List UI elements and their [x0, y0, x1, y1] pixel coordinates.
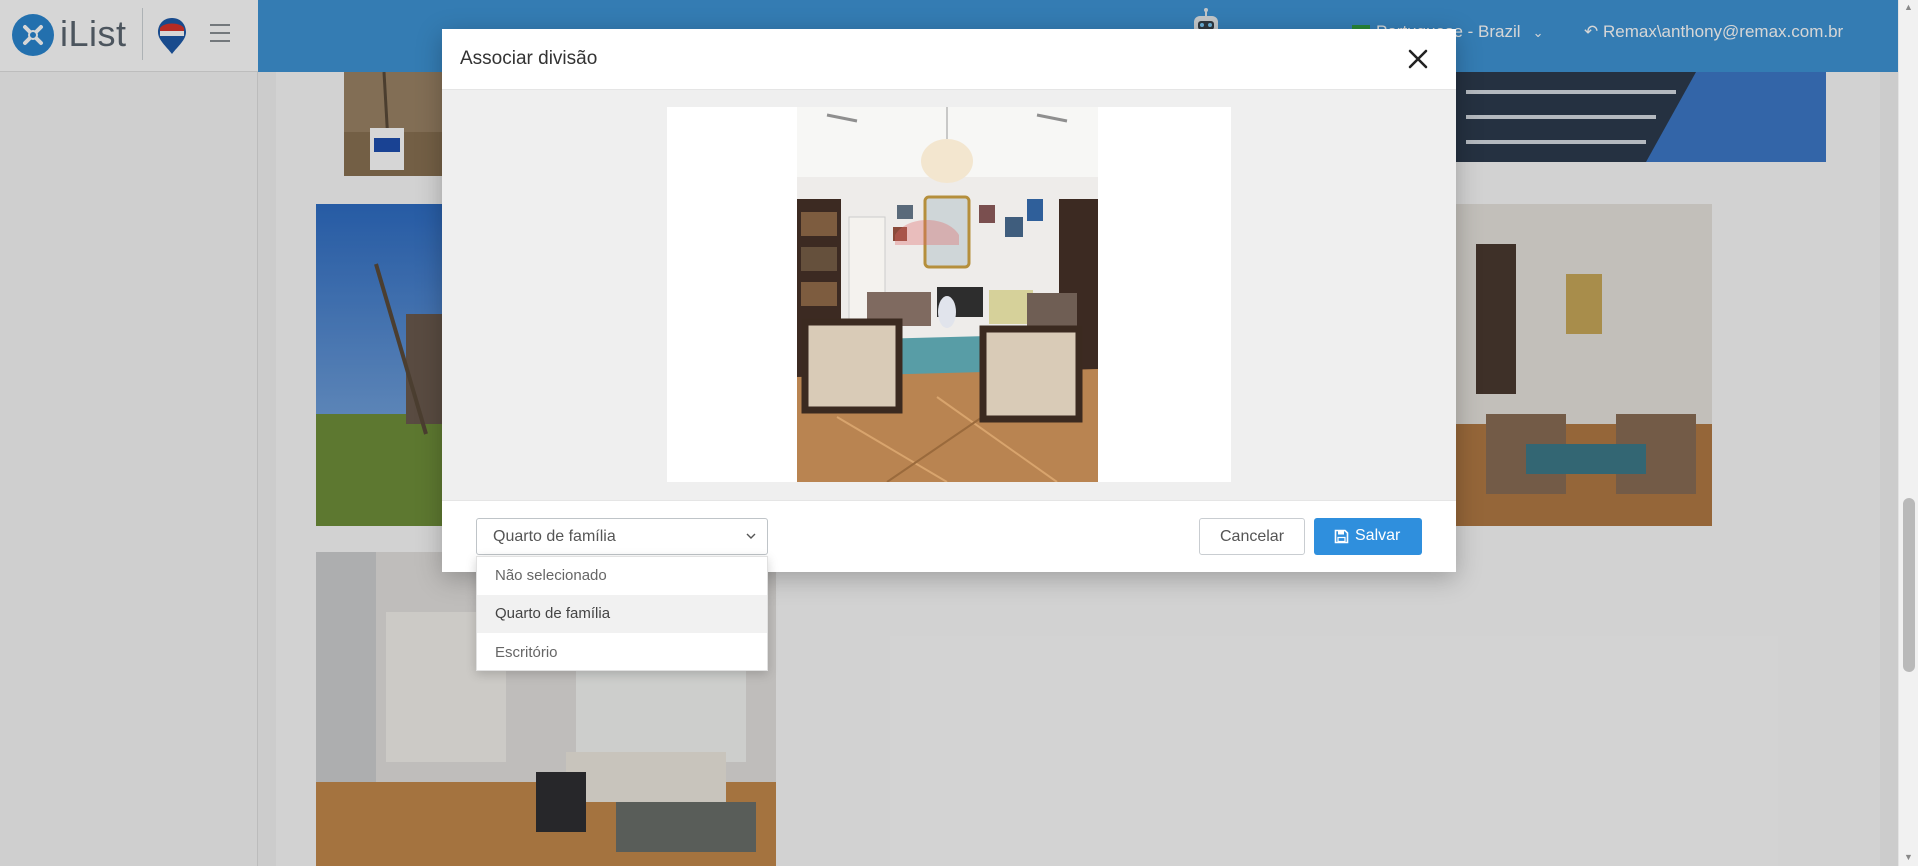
option-family-room[interactable]: Quarto de família [477, 595, 767, 633]
cancel-button[interactable]: Cancelar [1199, 518, 1305, 555]
option-not-selected[interactable]: Não selecionado [477, 557, 767, 595]
room-photo [797, 107, 1098, 482]
division-dropdown-list: Não selecionado Quarto de família Escrit… [476, 556, 768, 671]
image-preview-frame [667, 107, 1231, 482]
chevron-down-icon [746, 533, 756, 539]
option-office[interactable]: Escritório [477, 634, 767, 672]
modal-title: Associar divisão [460, 48, 598, 69]
close-icon[interactable] [1402, 43, 1434, 75]
page-scrollbar[interactable]: ▲ ▼ [1898, 0, 1918, 866]
save-button[interactable]: Salvar [1314, 518, 1422, 555]
scroll-up-icon[interactable]: ▲ [1904, 2, 1913, 12]
modal-body [442, 90, 1456, 500]
associate-division-modal: Associar divisão Quarto de família Cance… [442, 29, 1456, 572]
scroll-thumb[interactable] [1903, 498, 1915, 672]
division-select-value: Quarto de família [493, 528, 616, 545]
division-select[interactable]: Quarto de família [476, 518, 768, 555]
save-button-label: Salvar [1355, 527, 1401, 544]
scroll-down-icon[interactable]: ▼ [1904, 852, 1913, 862]
modal-header: Associar divisão [442, 29, 1456, 90]
floppy-disk-icon [1334, 529, 1349, 544]
